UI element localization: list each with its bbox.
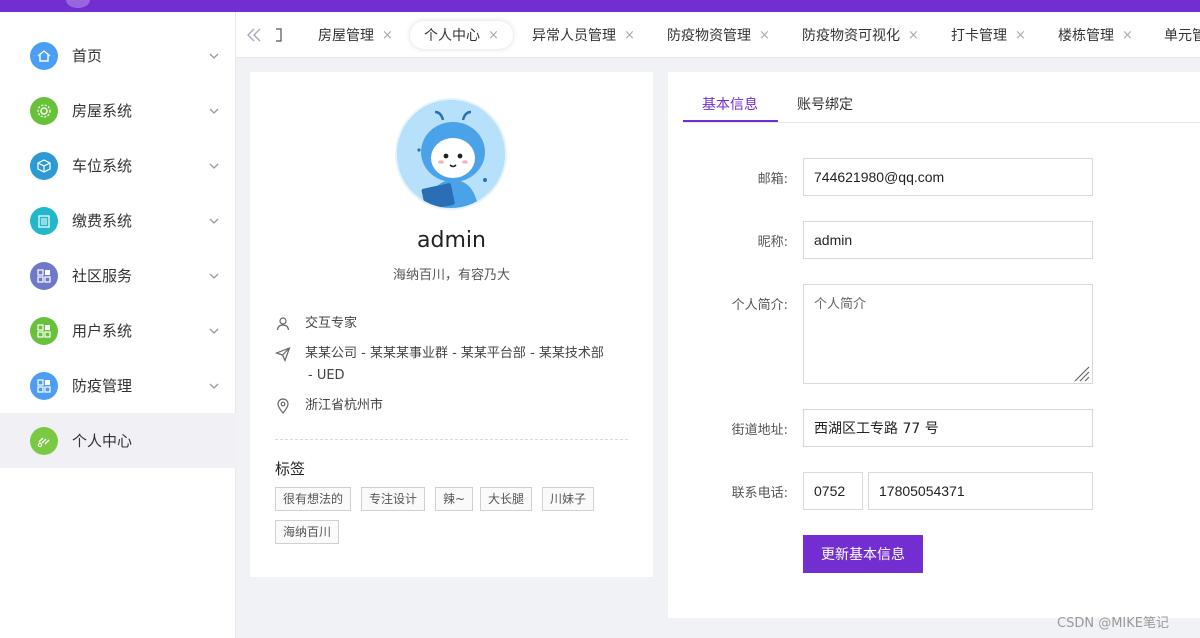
bio-textarea[interactable] <box>803 284 1093 384</box>
tab-basic-info[interactable]: 基本信息 <box>702 94 758 114</box>
sidebar-item-label: 缴费系统 <box>72 212 133 230</box>
sidebar-item-epidemic[interactable]: 防疫管理 <box>0 358 236 413</box>
close-icon[interactable]: × <box>759 28 770 43</box>
sidebar-item-label: 首页 <box>72 47 103 65</box>
active-tab-indicator <box>683 120 778 122</box>
logo <box>66 0 90 8</box>
avatar <box>395 98 507 210</box>
email-field[interactable] <box>803 158 1093 196</box>
tag[interactable]: 大长腿 <box>480 487 533 511</box>
nickname-field[interactable] <box>803 221 1093 259</box>
cube-icon <box>30 151 58 180</box>
phone-number-field[interactable] <box>868 472 1093 510</box>
tags-title: 标签 <box>275 460 306 478</box>
sidebar-item-users[interactable]: 用户系统 <box>0 303 236 358</box>
tag[interactable]: 很有想法的 <box>275 487 352 511</box>
address-field[interactable] <box>803 409 1093 447</box>
user-link-icon <box>30 426 58 455</box>
location-icon <box>277 398 289 414</box>
close-icon[interactable]: × <box>624 28 635 43</box>
address-label: 街道地址: <box>731 423 788 438</box>
tab-scroll-left-icon[interactable] <box>246 26 286 44</box>
chevron-down-icon <box>209 328 219 334</box>
tab-supplies-manage[interactable]: 防疫物资管理 × <box>653 21 784 49</box>
tab-label: 个人中心 <box>424 28 480 44</box>
chevron-down-icon <box>209 108 219 114</box>
sidebar-item-housing[interactable]: 房屋系统 <box>0 83 236 138</box>
phone-area-code-field[interactable] <box>803 472 863 510</box>
tab-house-manage[interactable]: 房屋管理 × <box>304 21 407 49</box>
tab-label: 房屋管理 <box>318 28 374 44</box>
resize-handle-icon[interactable] <box>1072 364 1090 382</box>
sidebar-item-label: 用户系统 <box>72 322 133 340</box>
sidebar-item-label: 房屋系统 <box>72 102 133 120</box>
sidebar-item-home[interactable]: 首页 <box>0 28 236 83</box>
close-icon[interactable]: × <box>488 28 499 43</box>
grid-icon <box>30 371 58 400</box>
nickname-label: 昵称: <box>757 235 788 250</box>
sidebar-item-label: 个人中心 <box>72 432 133 450</box>
tag[interactable]: 川妹子 <box>542 487 595 511</box>
chevron-down-icon <box>209 163 219 169</box>
tab-label: 异常人员管理 <box>532 28 616 44</box>
tag[interactable]: 海纳百川 <box>275 520 340 544</box>
form-tabs-divider <box>683 122 1200 123</box>
tab-label: 楼栋管理 <box>1058 28 1114 44</box>
chevron-down-icon <box>209 383 219 389</box>
grid-icon <box>30 316 58 345</box>
close-icon[interactable]: × <box>1122 28 1133 43</box>
tag[interactable]: 专注设计 <box>361 487 426 511</box>
close-icon[interactable]: × <box>908 28 919 43</box>
grid-icon <box>30 261 58 290</box>
tab-unit-manage[interactable]: 单元管 <box>1150 21 1200 49</box>
update-basic-info-button[interactable]: 更新基本信息 <box>803 535 923 573</box>
profile-org-line2: - UED <box>308 368 345 383</box>
profile-username: admin <box>417 228 486 253</box>
sidebar-item-community[interactable]: 社区服务 <box>0 248 236 303</box>
tag[interactable]: 辣~ <box>435 487 474 511</box>
profile-motto: 海纳百川，有容乃大 <box>392 268 510 283</box>
sidebar-item-profile[interactable]: 个人中心 <box>0 413 236 468</box>
tab-profile[interactable]: 个人中心 × <box>410 21 513 49</box>
chevron-down-icon <box>209 218 219 224</box>
sidebar-item-payment[interactable]: 缴费系统 <box>0 193 236 248</box>
chevron-down-icon <box>209 53 219 59</box>
sidebar-item-label: 车位系统 <box>72 157 133 175</box>
tab-label: 防疫物资可视化 <box>802 28 900 44</box>
bio-label: 个人简介: <box>731 298 788 313</box>
tab-building-manage[interactable]: 楼栋管理 × <box>1044 21 1147 49</box>
tabs-bar: 房屋管理 × 个人中心 × 异常人员管理 × 防疫物资管理 × 防疫物资可视化 × 打卡管… <box>236 12 1200 58</box>
close-icon[interactable]: × <box>382 28 393 43</box>
close-icon[interactable]: × <box>1015 28 1026 43</box>
tab-label: 单元管 <box>1164 28 1200 44</box>
tab-label: 防疫物资管理 <box>667 28 751 44</box>
tab-abnormal-person[interactable]: 异常人员管理 × <box>518 21 649 49</box>
send-icon <box>275 346 291 362</box>
email-label: 邮箱: <box>757 172 788 187</box>
profile-location: 浙江省杭州市 <box>305 398 384 413</box>
profile-org: 某某公司 - 某某某事业群 - 某某平台部 - 某某技术部 - UED <box>305 343 604 387</box>
gear-icon <box>30 96 58 125</box>
user-icon <box>276 317 290 331</box>
home-icon <box>30 41 58 70</box>
phone-label: 联系电话: <box>731 486 788 501</box>
tab-checkin-manage[interactable]: 打卡管理 × <box>937 21 1040 49</box>
tab-account-binding[interactable]: 账号绑定 <box>797 94 853 114</box>
divider <box>275 439 628 440</box>
building-icon <box>30 206 58 235</box>
profile-title: 交互专家 <box>305 316 358 331</box>
sidebar-item-label: 社区服务 <box>72 267 133 285</box>
tab-label: 打卡管理 <box>951 28 1007 44</box>
profile-org-line1: 某某公司 - 某某某事业群 - 某某平台部 - 某某技术部 <box>305 346 604 361</box>
sidebar-item-parking[interactable]: 车位系统 <box>0 138 236 193</box>
chevron-down-icon <box>209 273 219 279</box>
sidebar-item-label: 防疫管理 <box>72 377 133 395</box>
watermark: CSDN @MIKE笔记 <box>1057 616 1169 631</box>
top-header-bar <box>0 0 1200 12</box>
tab-supplies-visual[interactable]: 防疫物资可视化 × <box>788 21 933 49</box>
